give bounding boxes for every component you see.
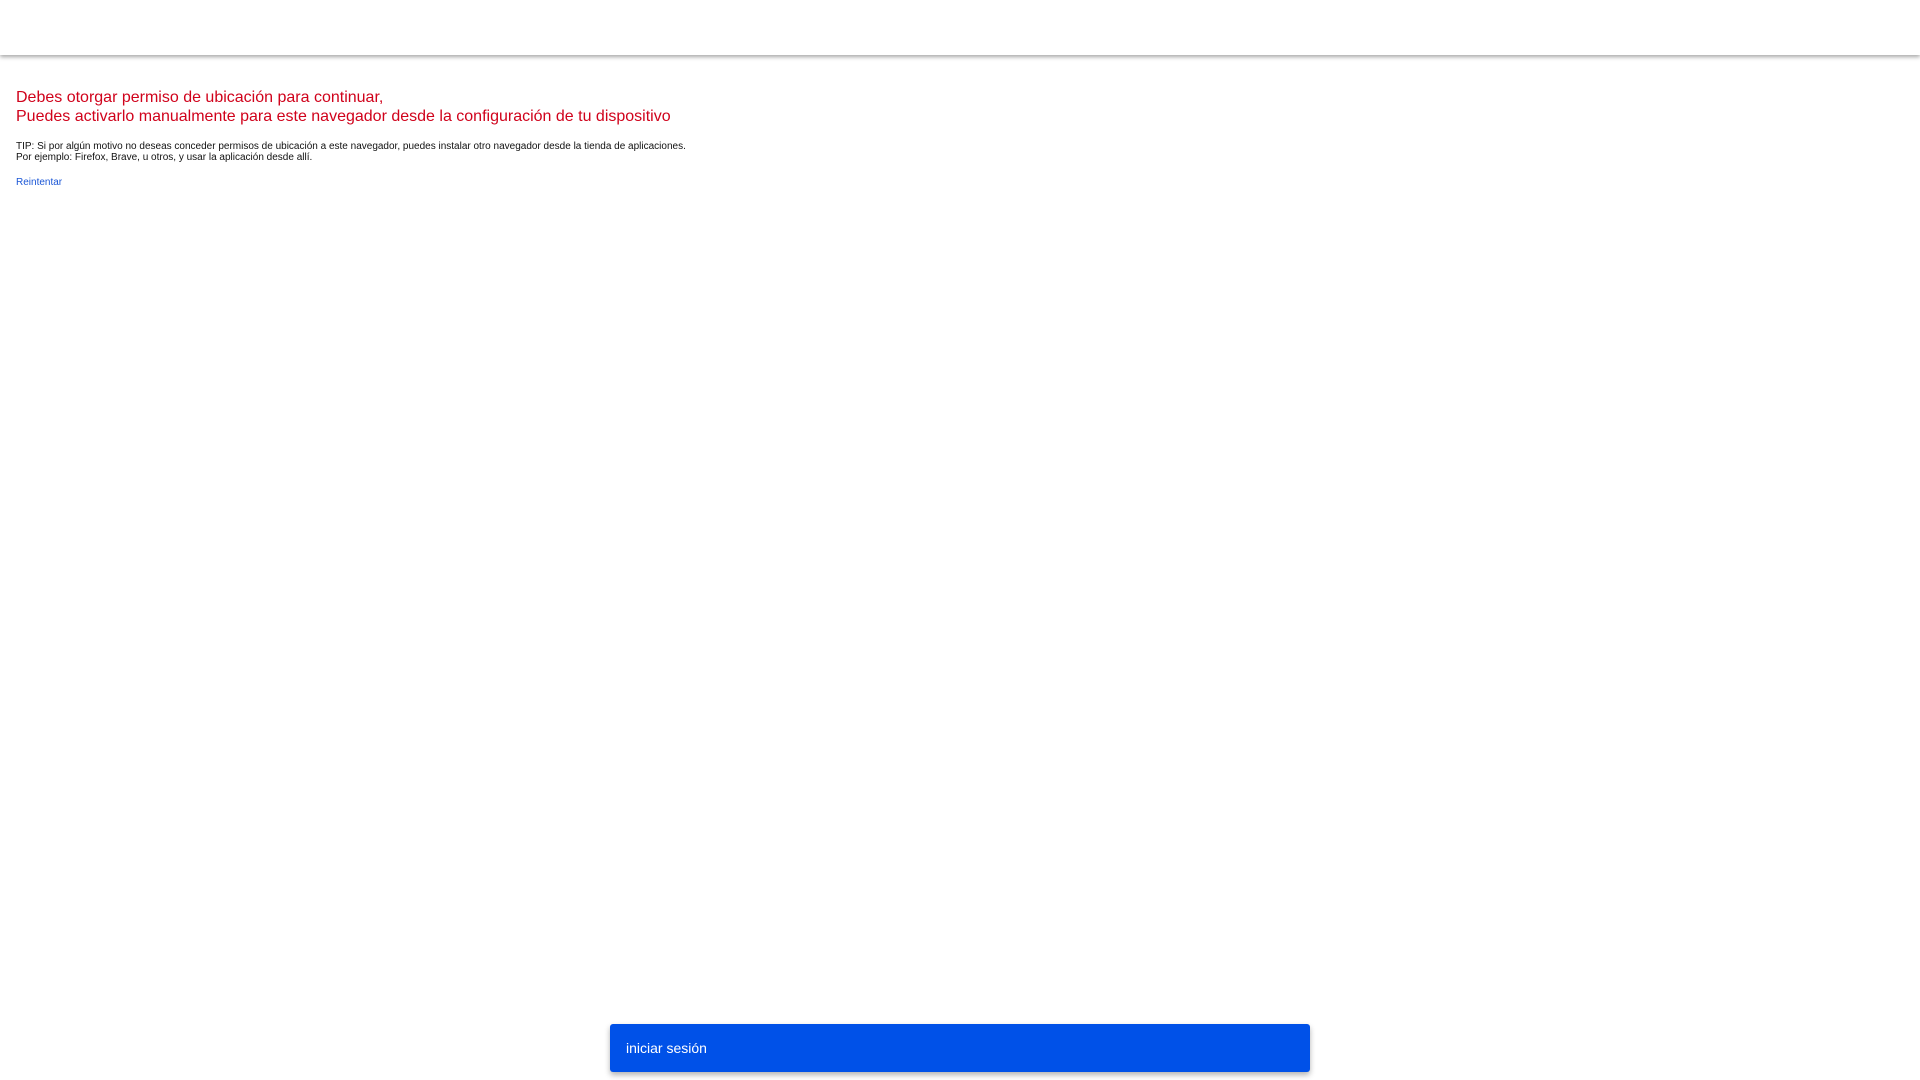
login-snackbar[interactable]: iniciar sesión (610, 1024, 1310, 1072)
app-bar (0, 0, 1920, 55)
tip-text: TIP: Si por algún motivo no deseas conce… (16, 141, 1116, 163)
error-message-line-1: Debes otorgar permiso de ubicación para … (16, 89, 384, 106)
tip-line-1: TIP: Si por algún motivo no deseas conce… (16, 141, 686, 152)
tip-line-2: Por ejemplo: Firefox, Brave, u otros, y … (16, 152, 313, 163)
login-label: iniciar sesión (626, 1040, 707, 1056)
permission-error-panel: Debes otorgar permiso de ubicación para … (16, 88, 1116, 190)
error-message-line-2: Puedes activarlo manualmente para este n… (16, 108, 671, 125)
retry-link[interactable]: Reintentar (16, 177, 62, 189)
